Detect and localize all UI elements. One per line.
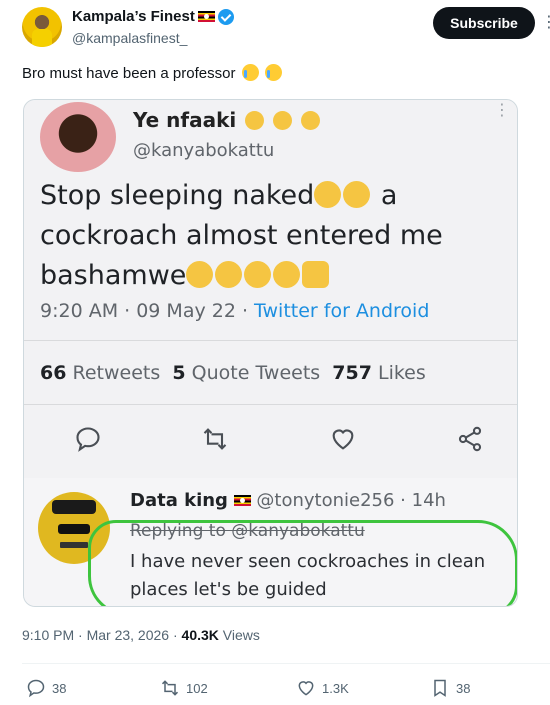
tweet-timestamp: 9:10 PM · Mar 23, 2026 · 40.3K Views [22, 627, 260, 643]
sad-emoji-icon [215, 261, 243, 288]
reply-icon [27, 679, 45, 698]
views-count: 40.3K [181, 627, 219, 643]
repost-count: 102 [186, 680, 208, 696]
reply-icon [76, 427, 100, 452]
screenshot-actions [74, 425, 484, 453]
author-name-row[interactable]: Kampala’s Finest [72, 8, 234, 25]
screenshot-text-line2: cockroach almost entered me [40, 220, 443, 251]
likes-count: 757 [332, 362, 372, 384]
author-avatar[interactable] [22, 7, 62, 47]
loudly-crying-emoji-icon [264, 64, 282, 81]
screenshot-divider [24, 340, 517, 341]
laughing-crying-emoji-icon [241, 64, 259, 81]
sad-emoji-icon [245, 111, 265, 130]
retweet-icon [204, 428, 227, 450]
likes-label: Likes [377, 362, 426, 384]
views-label: Views [218, 627, 260, 643]
screenshot-source: Twitter for Android [254, 300, 430, 322]
screenshot-avatar [40, 102, 116, 172]
screenshot-text-line1: Stop sleeping naked [40, 180, 315, 211]
tweet-header: Kampala’s Finest @kampalasfinest_ Subscr… [0, 0, 550, 58]
reply-author-handle: @tonytonie256 · 14h [256, 490, 446, 511]
like-button[interactable]: 1.3K [296, 678, 349, 698]
bookmark-button[interactable]: 38 [430, 678, 470, 698]
like-icon [332, 429, 354, 450]
author-name[interactable]: Kampala’s Finest [72, 8, 195, 25]
verified-badge-icon [217, 8, 234, 25]
sad-emoji-icon [273, 111, 293, 130]
uganda-flag-icon [233, 495, 251, 506]
subscribe-button[interactable]: Subscribe [433, 7, 535, 39]
tweet-text-body: Bro must have been a professor [22, 65, 236, 82]
screenshot-text-line1-end: a [380, 180, 398, 211]
uganda-flag-icon [197, 11, 215, 22]
sad-emoji-icon [244, 261, 272, 288]
heart-icon [298, 681, 314, 696]
author-handle[interactable]: @kampalasfinest_ [72, 30, 187, 46]
sad-emoji-icon [273, 261, 301, 288]
quotes-label: Quote Tweets [191, 362, 321, 384]
screenshot-more-icon: ⋮ [494, 102, 510, 119]
tweet-actions: 38 102 1.3K 38 [22, 678, 550, 700]
screenshot-author-handle: @kanyabokattu [133, 140, 275, 161]
quotes-count: 5 [172, 362, 186, 384]
bookmark-icon [434, 679, 446, 697]
screenshot-author-name: Ye nfaaki [133, 108, 321, 132]
retweets-count: 66 [40, 362, 67, 384]
repost-button[interactable]: 102 [160, 678, 208, 698]
screenshot-tweet-text: Stop sleeping naked a cockroach almost e… [40, 176, 480, 296]
tweet-time[interactable]: 9:10 PM · Mar 23, 2026 · [22, 627, 182, 643]
raised-hands-emoji-icon [302, 261, 330, 288]
screenshot-divider [24, 404, 517, 405]
screenshot-text-line3: bashamwe [40, 260, 187, 291]
screenshot-meta: 9:20 AM · 09 May 22 · Twitter for Androi… [40, 300, 429, 322]
screenshot-stats: 66 Retweets 5 Quote Tweets 757 Likes [40, 362, 426, 384]
bookmark-count: 38 [456, 680, 471, 696]
more-options-icon[interactable]: ⋮ [541, 12, 550, 32]
screenshot-time: 9:20 AM · 09 May 22 · [40, 300, 255, 322]
reply-count: 38 [52, 680, 67, 696]
share-icon [458, 426, 482, 452]
retweets-label: Retweets [72, 362, 161, 384]
screenshot-author-name-text: Ye nfaaki [133, 108, 237, 132]
sad-emoji-icon [186, 261, 214, 288]
tweet-text: Bro must have been a professor [22, 64, 282, 82]
embedded-screenshot[interactable]: Ye nfaaki @kanyabokattu ⋮ Stop sleeping … [23, 99, 518, 607]
reply-button[interactable]: 38 [26, 678, 66, 698]
reply-author-row: Data king @tonytonie256 · 14h [130, 490, 446, 511]
highlight-circle [88, 520, 517, 606]
sad-emoji-icon [301, 111, 321, 130]
laughing-emoji-icon [343, 181, 371, 208]
like-count: 1.3K [322, 680, 349, 696]
repost-icon [161, 680, 179, 696]
reply-author-name: Data king [130, 490, 228, 511]
divider [22, 663, 550, 664]
laughing-emoji-icon [314, 181, 342, 208]
